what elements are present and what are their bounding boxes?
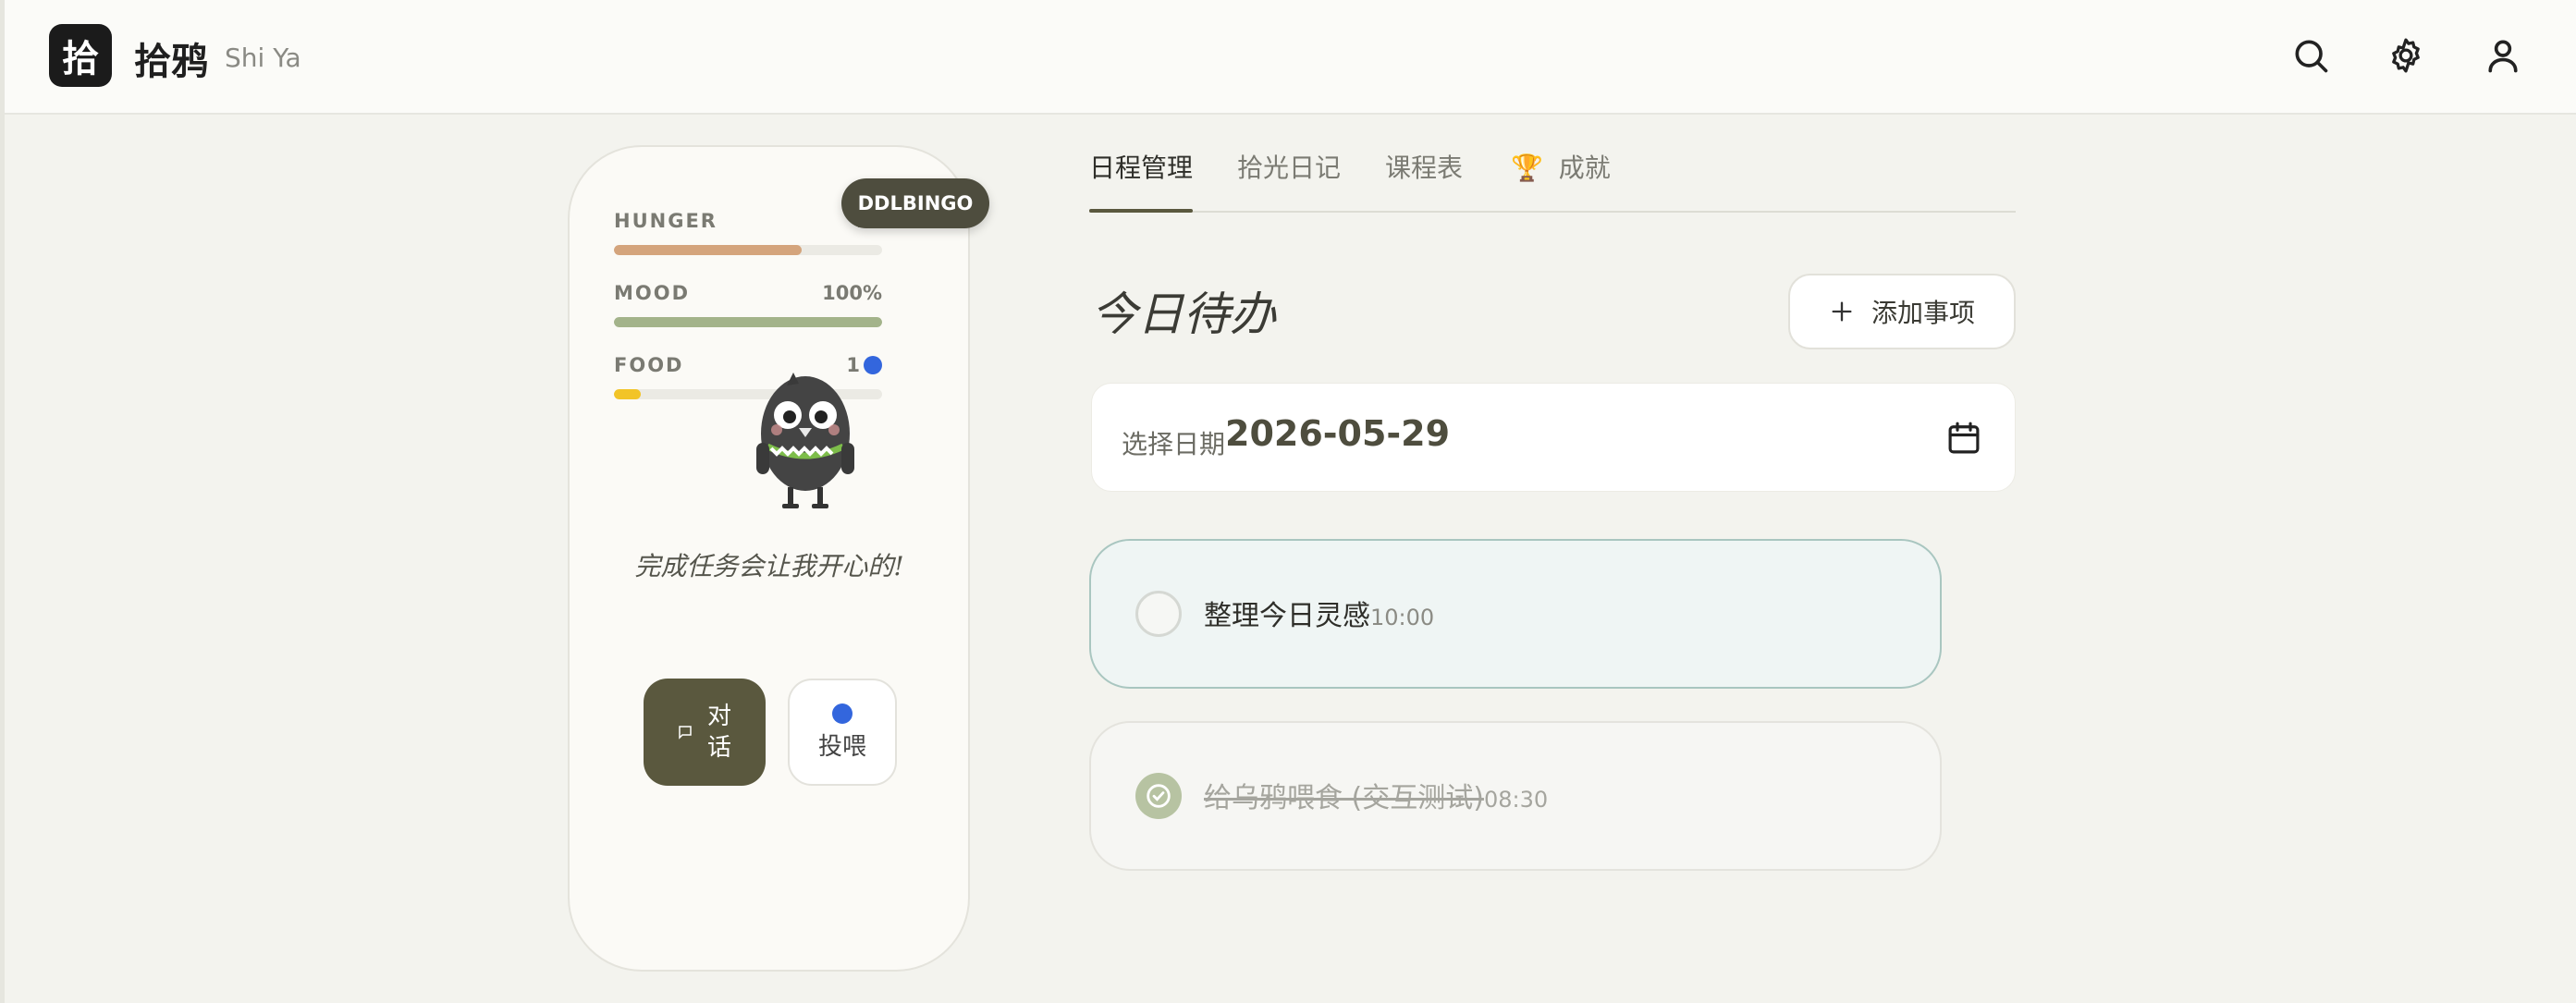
add-item-label: 添加事项 — [1871, 298, 1975, 328]
tab-timetable[interactable]: 课程表 — [1385, 148, 1463, 185]
calendar-icon[interactable] — [1944, 419, 1983, 458]
ddlbingo-badge[interactable]: DDLBINGO — [841, 178, 989, 228]
task-checkbox[interactable] — [1135, 591, 1182, 637]
hunger-bar — [614, 245, 882, 255]
task-time: 08:30 — [1483, 787, 1549, 813]
blue-berry-icon — [832, 703, 853, 724]
task-checkbox[interactable] — [1135, 773, 1182, 819]
add-item-button[interactable]: 添加事项 — [1788, 274, 2016, 349]
plus-icon — [1832, 301, 1852, 322]
tab-achievements[interactable]: 🏆 成就 — [1511, 148, 1611, 185]
pet-message: 完成任务会让我开心的! — [634, 551, 904, 581]
check-circle-icon — [1147, 784, 1171, 808]
blue-berry-icon — [864, 356, 882, 374]
crow-mascot-icon[interactable] — [745, 369, 865, 517]
food-bar-fill — [614, 389, 641, 399]
stat-label: HUNGER — [614, 210, 718, 232]
tab-divider — [1089, 211, 2016, 213]
date-label: 选择日期 — [1122, 429, 1226, 459]
chat-button-label: 对话 — [706, 703, 731, 762]
mood-bar — [614, 317, 882, 327]
feed-button[interactable]: 投喂 — [788, 679, 897, 786]
task-title: 给乌鸦喂食 (交互测试)08:30 — [1204, 782, 1549, 814]
search-icon[interactable] — [2290, 35, 2331, 76]
task-title: 整理今日灵感10:00 — [1204, 600, 1435, 632]
chat-button[interactable]: 对话 — [644, 679, 766, 786]
date-value: 2026-05-29 — [1225, 413, 1451, 454]
top-bar: 拾 拾鸦 Shi Ya — [5, 0, 2576, 115]
mood-bar-fill — [614, 317, 882, 327]
stat-mood: MOOD 100% — [614, 282, 882, 327]
task-item[interactable]: 给乌鸦喂食 (交互测试)08:30 — [1089, 721, 1942, 871]
app-logo: 拾 — [49, 24, 112, 87]
trophy-icon: 🏆 — [1511, 153, 1543, 183]
pet-card: HUNGER 70 MOOD 100% FOOD 1 DDLBINGO 完成任务… — [568, 145, 989, 972]
task-time: 10:00 — [1370, 605, 1435, 630]
stat-value: 100% — [822, 282, 882, 304]
app-subtitle: Shi Ya — [225, 43, 301, 73]
tab-achievements-label: 成就 — [1558, 153, 1611, 183]
gear-icon[interactable] — [2386, 35, 2426, 76]
active-tab-indicator — [1089, 209, 1193, 213]
user-icon[interactable] — [2483, 35, 2523, 76]
stat-hunger: HUNGER 70 — [614, 210, 882, 255]
window-left-edge — [0, 0, 5, 1003]
feed-button-label: 投喂 — [817, 732, 866, 761]
app-title: 拾鸦 — [134, 41, 208, 83]
tab-diary[interactable]: 拾光日记 — [1237, 148, 1341, 185]
date-picker[interactable]: 选择日期 2026-05-29 — [1091, 383, 2016, 492]
page-title: 今日待办 — [1091, 287, 1276, 341]
task-item[interactable]: 整理今日灵感10:00 — [1089, 539, 1942, 689]
hunger-bar-fill — [614, 245, 802, 255]
chat-bubble-icon — [679, 726, 692, 740]
tab-schedule[interactable]: 日程管理 — [1089, 148, 1193, 185]
